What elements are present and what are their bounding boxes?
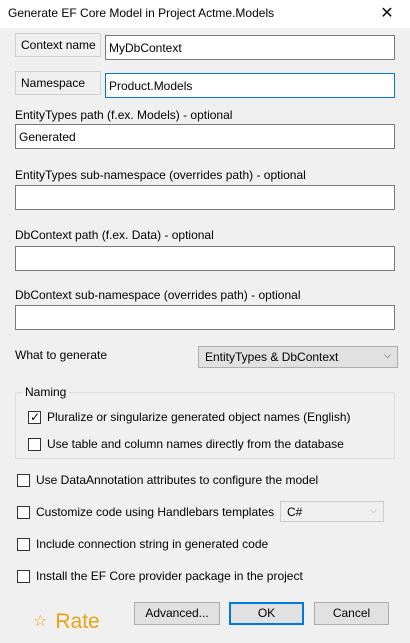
entity-types-subnamespace-label: EntityTypes sub-namespace (overrides pat…: [15, 168, 306, 182]
dbcontext-path-input[interactable]: [15, 246, 395, 271]
what-to-generate-label: What to generate: [15, 348, 108, 362]
template-language-select[interactable]: C# ⌵: [280, 501, 384, 522]
rate-label: Rate: [55, 610, 100, 633]
pluralize-label: Pluralize or singularize generated objec…: [47, 410, 351, 424]
entity-types-subnamespace-input[interactable]: [15, 185, 395, 210]
install-provider-label: Install the EF Core provider package in …: [36, 569, 303, 583]
data-annotations-checkbox[interactable]: [17, 474, 30, 487]
star-icon: ☆: [33, 613, 48, 630]
cancel-button[interactable]: Cancel: [314, 602, 389, 625]
pluralize-checkbox[interactable]: ✓: [28, 410, 41, 424]
template-language-value: C#: [287, 505, 303, 519]
chevron-down-icon: ⌵: [384, 350, 391, 360]
namespace-label-box: Namespace: [15, 71, 101, 95]
use-db-names-label: Use table and column names directly from…: [47, 437, 344, 451]
context-name-input[interactable]: [105, 35, 395, 60]
what-to-generate-select[interactable]: EntityTypes & DbContext ⌵: [198, 346, 398, 368]
dbcontext-subnamespace-label: DbContext sub-namespace (overrides path)…: [15, 288, 301, 302]
window-title: Generate EF Core Model in Project Actme.…: [8, 6, 275, 20]
namespace-label: Namespace: [21, 76, 86, 90]
data-annotations-label: Use DataAnnotation attributes to configu…: [36, 473, 319, 487]
dbcontext-subnamespace-input[interactable]: [15, 305, 395, 330]
handlebars-checkbox[interactable]: [17, 506, 30, 519]
chevron-down-icon: ⌵: [370, 505, 377, 515]
context-name-label-box: Context name: [15, 33, 101, 57]
rate-link[interactable]: ☆ Rate: [33, 610, 100, 634]
connection-string-checkbox[interactable]: [17, 538, 30, 551]
naming-group-title: Naming: [22, 385, 70, 399]
checkmark-icon: ✓: [30, 410, 41, 424]
what-to-generate-value: EntityTypes & DbContext: [205, 350, 339, 364]
title-bar: Generate EF Core Model in Project Actme.…: [0, 0, 410, 28]
install-provider-checkbox[interactable]: [17, 570, 30, 583]
entity-types-path-label: EntityTypes path (f.ex. Models) - option…: [15, 108, 233, 122]
context-name-label: Context name: [21, 38, 96, 52]
dbcontext-path-label: DbContext path (f.ex. Data) - optional: [15, 228, 214, 242]
close-icon[interactable]: ✕: [364, 0, 410, 28]
entity-types-path-input[interactable]: [15, 124, 395, 149]
ok-button[interactable]: OK: [229, 602, 304, 625]
connection-string-label: Include connection string in generated c…: [36, 537, 269, 551]
namespace-input[interactable]: [105, 73, 395, 98]
use-db-names-checkbox[interactable]: [28, 438, 41, 451]
advanced-button[interactable]: Advanced...: [134, 602, 220, 625]
handlebars-label: Customize code using Handlebars template…: [36, 505, 275, 519]
